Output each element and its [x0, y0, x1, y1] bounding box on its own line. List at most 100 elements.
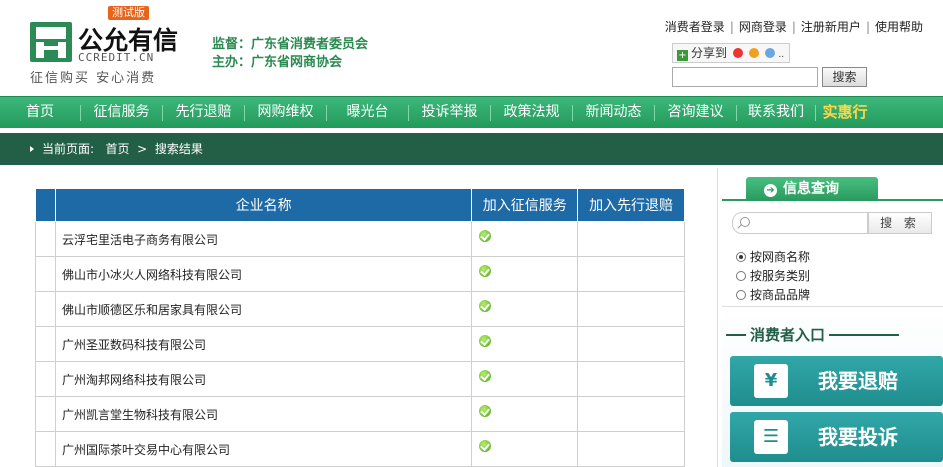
top-search-input[interactable]: [672, 67, 818, 87]
refund-service-cell: [577, 361, 685, 397]
nav-item-rights[interactable]: 网购维权: [245, 97, 326, 129]
side-search-input[interactable]: [732, 212, 868, 234]
refund-request-button[interactable]: ¥ 我要退赔: [730, 356, 943, 406]
title-dash: [829, 334, 900, 336]
row-blank-cell: [35, 396, 56, 432]
table-row: 广州国际茶叶交易中心有限公司: [35, 431, 685, 467]
tencent-icon[interactable]: [764, 48, 775, 58]
table-row: 广州淘邦网络科技有限公司: [35, 361, 685, 397]
credit-service-cell: [471, 326, 579, 362]
share-widget[interactable]: + 分享到 ..: [672, 43, 790, 63]
row-blank-cell: [35, 221, 56, 257]
check-icon: [479, 300, 492, 312]
nav-item-advice[interactable]: 咨询建议: [655, 97, 736, 129]
company-name-link[interactable]: 佛山市小冰火人网络科技有限公司: [54, 256, 473, 292]
tab-underline: [722, 199, 943, 201]
row-blank-cell: [35, 361, 56, 397]
credit-service-cell: [471, 291, 579, 327]
radio-label: 按商品品牌: [750, 288, 811, 302]
company-name-link[interactable]: 广州国际茶叶交易中心有限公司: [54, 431, 473, 467]
nav-item-contact[interactable]: 联系我们: [737, 97, 815, 129]
site-slogan: 征信购买 安心消费: [30, 71, 157, 86]
info-query-title: 信息查询: [783, 181, 839, 197]
page: 测试版 公允有信 CCREDIT.CN 征信购买 安心消费 监督：广东省消费者委…: [0, 0, 943, 467]
table-row: 云浮宅里活电子商务有限公司: [35, 221, 685, 257]
nav-item-deals[interactable]: 实惠行: [816, 97, 874, 129]
beta-badge: 测试版: [108, 6, 149, 20]
site-domain: CCREDIT.CN: [78, 51, 155, 64]
radio-by-brand[interactable]: 按商品品牌: [736, 286, 810, 303]
weibo-icon[interactable]: [732, 48, 743, 58]
column-header-company: 企业名称: [54, 188, 473, 222]
main-nav: 首页 征信服务 先行退赔 网购维权 曝光台 投诉举报 政策法规 新闻动态 咨询建…: [0, 96, 943, 128]
nav-item-credit-service[interactable]: 征信服务: [81, 97, 162, 129]
table-row: 佛山市顺德区乐和居家具有限公司: [35, 291, 685, 327]
sidebar: ➔ 信息查询 搜 索 按网商名称 按服务类别 按商品品牌 消费者入口 ¥ 我要退赔 …: [722, 168, 943, 467]
help-link[interactable]: 使用帮助: [875, 20, 923, 34]
register-link[interactable]: 注册新用户: [801, 20, 861, 34]
nav-item-news[interactable]: 新闻动态: [573, 97, 654, 129]
table-header-blank: [35, 188, 56, 222]
table-body: 云浮宅里活电子商务有限公司 佛山市小冰火人网络科技有限公司 佛山市顺德区乐和居家具有…: [35, 221, 685, 467]
complaint-label: 我要投诉: [818, 425, 898, 449]
breadcrumb-prefix: 当前页面:: [42, 142, 95, 156]
radio-icon: [736, 252, 746, 262]
check-icon: [479, 440, 492, 452]
check-icon: [479, 335, 492, 347]
company-name-link[interactable]: 佛山市顺德区乐和居家具有限公司: [54, 291, 473, 327]
results-table: 企业名称 加入征信服务 加入先行退赔 云浮宅里活电子商务有限公司 佛山市小冰火人网…: [35, 188, 685, 467]
site-header: 测试版 公允有信 CCREDIT.CN 征信购买 安心消费 监督：广东省消费者委…: [0, 0, 943, 96]
merchant-login-link[interactable]: 网商登录: [739, 20, 787, 34]
radio-icon: [736, 271, 746, 281]
refund-service-cell: [577, 431, 685, 467]
org-supervise: 监督：广东省消费者委员会: [212, 37, 369, 52]
company-name-link[interactable]: 广州淘邦网络科技有限公司: [54, 361, 473, 397]
table-row: 佛山市小冰火人网络科技有限公司: [35, 256, 685, 292]
breadcrumb: 当前页面: 首页 > 搜索结果: [0, 133, 943, 165]
table-row: 广州圣亚数码科技有限公司: [35, 326, 685, 362]
check-icon: [479, 265, 492, 277]
link-separator: |: [729, 20, 734, 34]
side-search-button[interactable]: 搜 索: [868, 212, 932, 234]
radio-label: 按网商名称: [750, 250, 811, 264]
share-more-icon[interactable]: ..: [778, 50, 784, 60]
search-results: 企业名称 加入征信服务 加入先行退赔 云浮宅里活电子商务有限公司 佛山市小冰火人网…: [0, 168, 718, 467]
radio-icon: [736, 290, 746, 300]
refund-service-cell: [577, 256, 685, 292]
refund-service-cell: [577, 291, 685, 327]
nav-item-policy[interactable]: 政策法规: [491, 97, 572, 129]
nav-item-complaint[interactable]: 投诉举报: [409, 97, 490, 129]
table-header-row: 企业名称 加入征信服务 加入先行退赔: [35, 188, 685, 222]
complaint-button[interactable]: ☰ 我要投诉: [730, 412, 943, 462]
org-host: 主办：广东省网商协会: [212, 55, 343, 70]
credit-service-cell: [471, 431, 579, 467]
breadcrumb-home-link[interactable]: 首页: [106, 142, 130, 156]
company-name-link[interactable]: 广州圣亚数码科技有限公司: [54, 326, 473, 362]
info-query-tab[interactable]: ➔ 信息查询: [746, 177, 878, 201]
check-icon: [479, 370, 492, 382]
row-blank-cell: [35, 431, 56, 467]
company-name-link[interactable]: 广州凯言堂生物科技有限公司: [54, 396, 473, 432]
nav-item-refund[interactable]: 先行退赔: [163, 97, 244, 129]
nav-item-home[interactable]: 首页: [0, 97, 80, 129]
qzone-icon[interactable]: [748, 48, 759, 58]
site-logo[interactable]: 测试版 公允有信 CCREDIT.CN 征信购买 安心消费: [28, 6, 198, 86]
credit-service-cell: [471, 221, 579, 257]
nav-item-exposure[interactable]: 曝光台: [327, 97, 408, 129]
radio-by-merchant-name[interactable]: 按网商名称: [736, 248, 810, 265]
arrow-right-icon: ➔: [764, 184, 777, 197]
consumer-entry-label: 消费者入口: [750, 326, 826, 344]
consumer-login-link[interactable]: 消费者登录: [665, 20, 725, 34]
credit-service-cell: [471, 256, 579, 292]
refund-service-cell: [577, 326, 685, 362]
link-separator: |: [791, 20, 796, 34]
radio-by-service-type[interactable]: 按服务类别: [736, 267, 810, 284]
company-name-link[interactable]: 云浮宅里活电子商务有限公司: [54, 221, 473, 257]
logo-mark-icon: [30, 22, 72, 62]
breadcrumb-separator: >: [137, 142, 148, 156]
link-separator: |: [865, 20, 870, 34]
row-blank-cell: [35, 256, 56, 292]
yen-icon: ¥: [754, 364, 788, 398]
top-search-button[interactable]: 搜索: [822, 67, 867, 87]
search-icon: [740, 217, 750, 227]
